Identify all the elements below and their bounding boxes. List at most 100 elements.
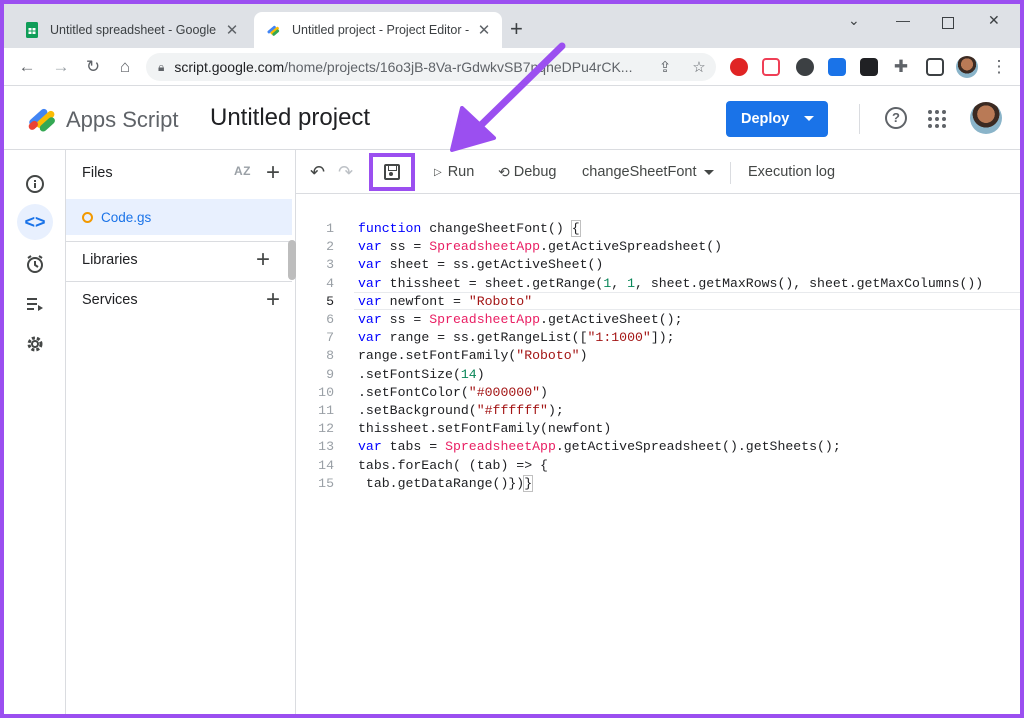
add-service-icon[interactable]: + <box>266 288 280 312</box>
send-extension-icon[interactable] <box>860 58 878 76</box>
code-text: var sheet = ss.getActiveSheet() <box>358 257 604 273</box>
line-number: 4 <box>326 275 334 291</box>
editor-code-icon[interactable]: <> <box>17 204 53 240</box>
sheets-favicon-icon <box>26 22 38 38</box>
divider <box>859 104 860 134</box>
window-frame: Untitled spreadsheet - Google Sh ✕ Untit… <box>4 4 1020 714</box>
line-number: 12 <box>318 421 334 437</box>
code-text: var thissheet = sheet.getRange(1, 1, she… <box>358 275 984 291</box>
file-type-icon <box>82 211 93 223</box>
sort-az-icon[interactable]: AZ <box>234 164 251 178</box>
browser-tab-spreadsheet[interactable]: Untitled spreadsheet - Google Sh ✕ <box>12 12 250 48</box>
code-text: range.setFontFamily("Roboto") <box>358 348 588 364</box>
divider <box>66 281 292 282</box>
execution-log-button[interactable]: Execution log <box>748 150 835 194</box>
play-icon: ▷ <box>434 166 442 178</box>
tab-search-icon[interactable]: ⌄ <box>848 12 860 29</box>
divider <box>66 241 292 242</box>
editor-toolbar: ↶ ↷ ▷ Run ⟲ Debug changeSheetFont Execut… <box>296 150 1020 194</box>
overview-info-icon[interactable] <box>17 166 53 202</box>
function-select-value: changeSheetFont <box>582 164 697 180</box>
run-button[interactable]: ▷ Run <box>434 150 474 194</box>
deploy-label: Deploy <box>741 111 790 127</box>
profile-avatar[interactable] <box>956 56 978 78</box>
line-number: 7 <box>326 330 334 346</box>
line-number: 1 <box>326 221 334 236</box>
code-text: tab.getDataRange()})} <box>358 474 534 492</box>
debug-label: Debug <box>513 164 557 180</box>
back-icon[interactable]: ← <box>16 56 38 78</box>
add-file-icon[interactable]: + <box>266 161 280 185</box>
add-library-icon[interactable]: + <box>256 248 270 272</box>
browser-tab-strip: Untitled spreadsheet - Google Sh ✕ Untit… <box>4 4 1020 48</box>
line-number: 8 <box>326 348 334 364</box>
maximize-icon[interactable] <box>942 17 954 29</box>
extensions-puzzle-icon[interactable]: ✚ <box>890 56 912 78</box>
close-tab-icon[interactable]: ✕ <box>220 21 244 39</box>
executions-icon[interactable] <box>17 286 53 322</box>
debug-button[interactable]: ⟲ Debug <box>498 150 556 194</box>
share-icon[interactable]: ⇪ <box>648 58 682 76</box>
address-bar[interactable]: 🔒︎ script.google.com/home/projects/16o3j… <box>146 53 716 81</box>
code-text: var newfont = "Roboto" <box>358 293 533 309</box>
deploy-button[interactable]: Deploy <box>726 101 828 137</box>
divider <box>730 162 731 184</box>
chevron-down-icon <box>804 116 814 121</box>
code-text: .setFontColor("#000000") <box>358 384 548 400</box>
services-heading: Services <box>82 292 138 308</box>
file-item-code-gs[interactable]: Code.gs <box>66 199 292 235</box>
chevron-down-icon <box>704 169 715 175</box>
line-number: 14 <box>318 457 334 473</box>
url-text: script.google.com/home/projects/16o3jB-8… <box>174 59 633 75</box>
incognito-extension-icon[interactable] <box>796 58 814 76</box>
file-name: Code.gs <box>101 209 152 225</box>
code-editor[interactable]: 1 function changeSheetFont() {2 var ss = S… <box>296 194 1020 714</box>
browser-tab-project-editor[interactable]: Untitled project - Project Editor - ✕ <box>254 12 502 48</box>
panel-scrollbar[interactable] <box>288 240 296 280</box>
line-number: 10 <box>318 384 334 400</box>
save-button[interactable] <box>369 153 415 191</box>
tab-title: Untitled project - Project Editor - <box>292 23 470 37</box>
files-heading: Files <box>82 165 113 181</box>
code-text: function changeSheetFont() { <box>358 220 581 237</box>
project-title[interactable]: Untitled project <box>210 104 370 132</box>
pocket-extension-icon[interactable] <box>762 58 780 76</box>
code-text: var tabs = SpreadsheetApp.getActiveSprea… <box>358 439 841 455</box>
home-icon[interactable]: ⌂ <box>114 56 136 78</box>
code-text: .setFontSize(14) <box>358 366 485 382</box>
reload-icon[interactable]: ↻ <box>82 56 104 78</box>
avatar[interactable] <box>970 102 1002 134</box>
files-panel: Files AZ + Code.gs Libraries + Services … <box>66 150 296 714</box>
minimize-icon[interactable]: — <box>896 12 910 28</box>
line-number: 3 <box>326 257 334 273</box>
redo-icon[interactable]: ↷ <box>338 150 353 194</box>
triggers-alarm-icon[interactable] <box>17 246 53 282</box>
menu-kebab-icon[interactable]: ⋮ <box>988 56 1010 78</box>
line-number: 13 <box>318 439 334 455</box>
apps-grid-icon[interactable] <box>928 110 946 128</box>
code-text: var range = ss.getRangeList(["1:1000"]); <box>358 330 675 346</box>
browser-toolbar: ← → ↻ ⌂ 🔒︎ script.google.com/home/projec… <box>4 48 1020 86</box>
close-window-icon[interactable]: ✕ <box>988 12 1000 29</box>
bookmark-star-icon[interactable]: ☆ <box>682 58 716 76</box>
line-number: 5 <box>326 293 334 309</box>
tab-title: Untitled spreadsheet - Google Sh <box>50 23 220 37</box>
code-text: thissheet.setFontFamily(newfont) <box>358 421 612 437</box>
save-floppy-icon <box>384 164 400 180</box>
close-tab-icon[interactable]: ✕ <box>472 21 496 39</box>
side-panel-icon[interactable] <box>926 58 944 76</box>
apps-script-favicon-icon <box>267 25 280 36</box>
product-name: Apps Script <box>66 107 179 132</box>
line-number: 15 <box>318 475 334 491</box>
new-tab-icon[interactable]: + <box>510 18 523 40</box>
function-select[interactable]: changeSheetFont <box>582 150 715 194</box>
extension-icon[interactable] <box>828 58 846 76</box>
forward-icon[interactable]: → <box>50 56 72 78</box>
run-label: Run <box>447 164 475 180</box>
help-icon[interactable]: ? <box>885 107 907 129</box>
code-text: var ss = SpreadsheetApp.getActiveSpreads… <box>358 239 723 255</box>
undo-icon[interactable]: ↶ <box>310 150 325 194</box>
line-number: 6 <box>326 312 334 327</box>
adblock-extension-icon[interactable] <box>730 58 748 76</box>
settings-gear-icon[interactable] <box>17 326 53 362</box>
